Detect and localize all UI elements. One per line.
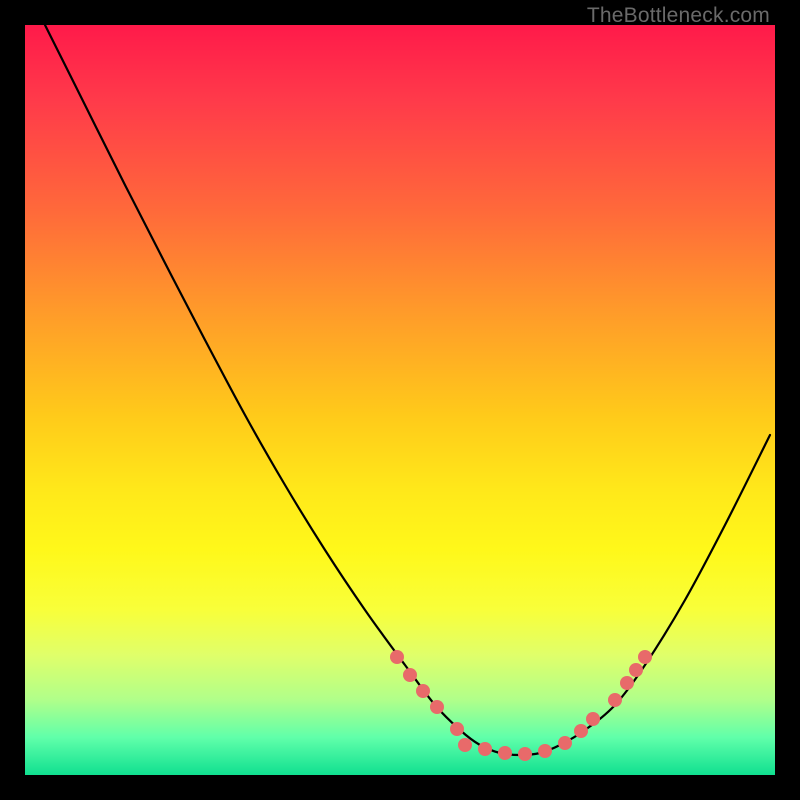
data-point: [558, 736, 572, 750]
data-point: [403, 668, 417, 682]
data-point: [458, 738, 472, 752]
data-point: [620, 676, 634, 690]
data-point: [498, 746, 512, 760]
data-point: [416, 684, 430, 698]
data-point: [574, 724, 588, 738]
data-point: [586, 712, 600, 726]
chart-overlay: [25, 25, 775, 775]
data-point: [478, 742, 492, 756]
data-point: [638, 650, 652, 664]
data-point: [390, 650, 404, 664]
bottleneck-curve: [45, 25, 770, 755]
data-point-markers: [390, 650, 652, 761]
data-point: [450, 722, 464, 736]
data-point: [608, 693, 622, 707]
data-point: [430, 700, 444, 714]
data-point: [629, 663, 643, 677]
data-point: [518, 747, 532, 761]
data-point: [538, 744, 552, 758]
